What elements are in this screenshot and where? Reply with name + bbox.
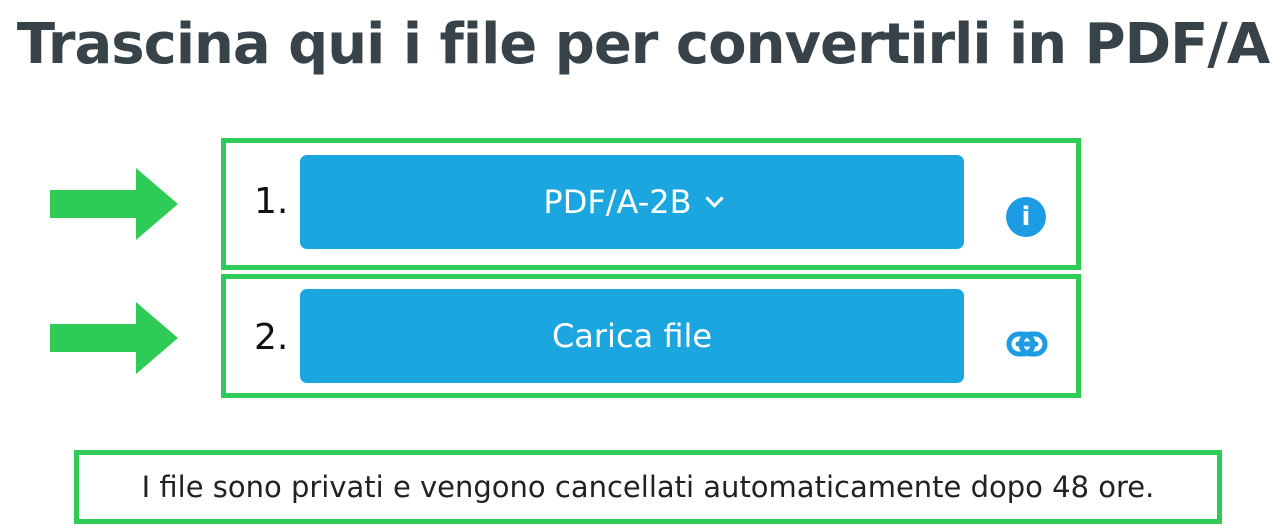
step-1-box: 1. PDF/A-2B i <box>221 138 1081 270</box>
chevron-down-icon <box>704 188 724 208</box>
arrow-right-icon <box>50 168 178 240</box>
pdfa-format-dropdown[interactable]: PDF/A-2B <box>300 155 964 249</box>
arrow-right-icon <box>50 302 178 374</box>
privacy-notice: I file sono privati e vengono cancellati… <box>74 450 1222 524</box>
link-icon[interactable] <box>1006 331 1048 357</box>
upload-file-button[interactable]: Carica file <box>300 289 964 383</box>
page-title: Trascina qui i file per convertirli in P… <box>16 12 1270 77</box>
info-icon[interactable]: i <box>1006 197 1046 237</box>
pdfa-format-label: PDF/A-2B <box>543 183 692 221</box>
step-2-box: 2. Carica file <box>221 274 1081 398</box>
step-2-number: 2. <box>254 317 289 358</box>
privacy-notice-text: I file sono privati e vengono cancellati… <box>141 470 1155 504</box>
upload-file-label: Carica file <box>551 317 713 355</box>
step-1-number: 1. <box>254 181 289 222</box>
